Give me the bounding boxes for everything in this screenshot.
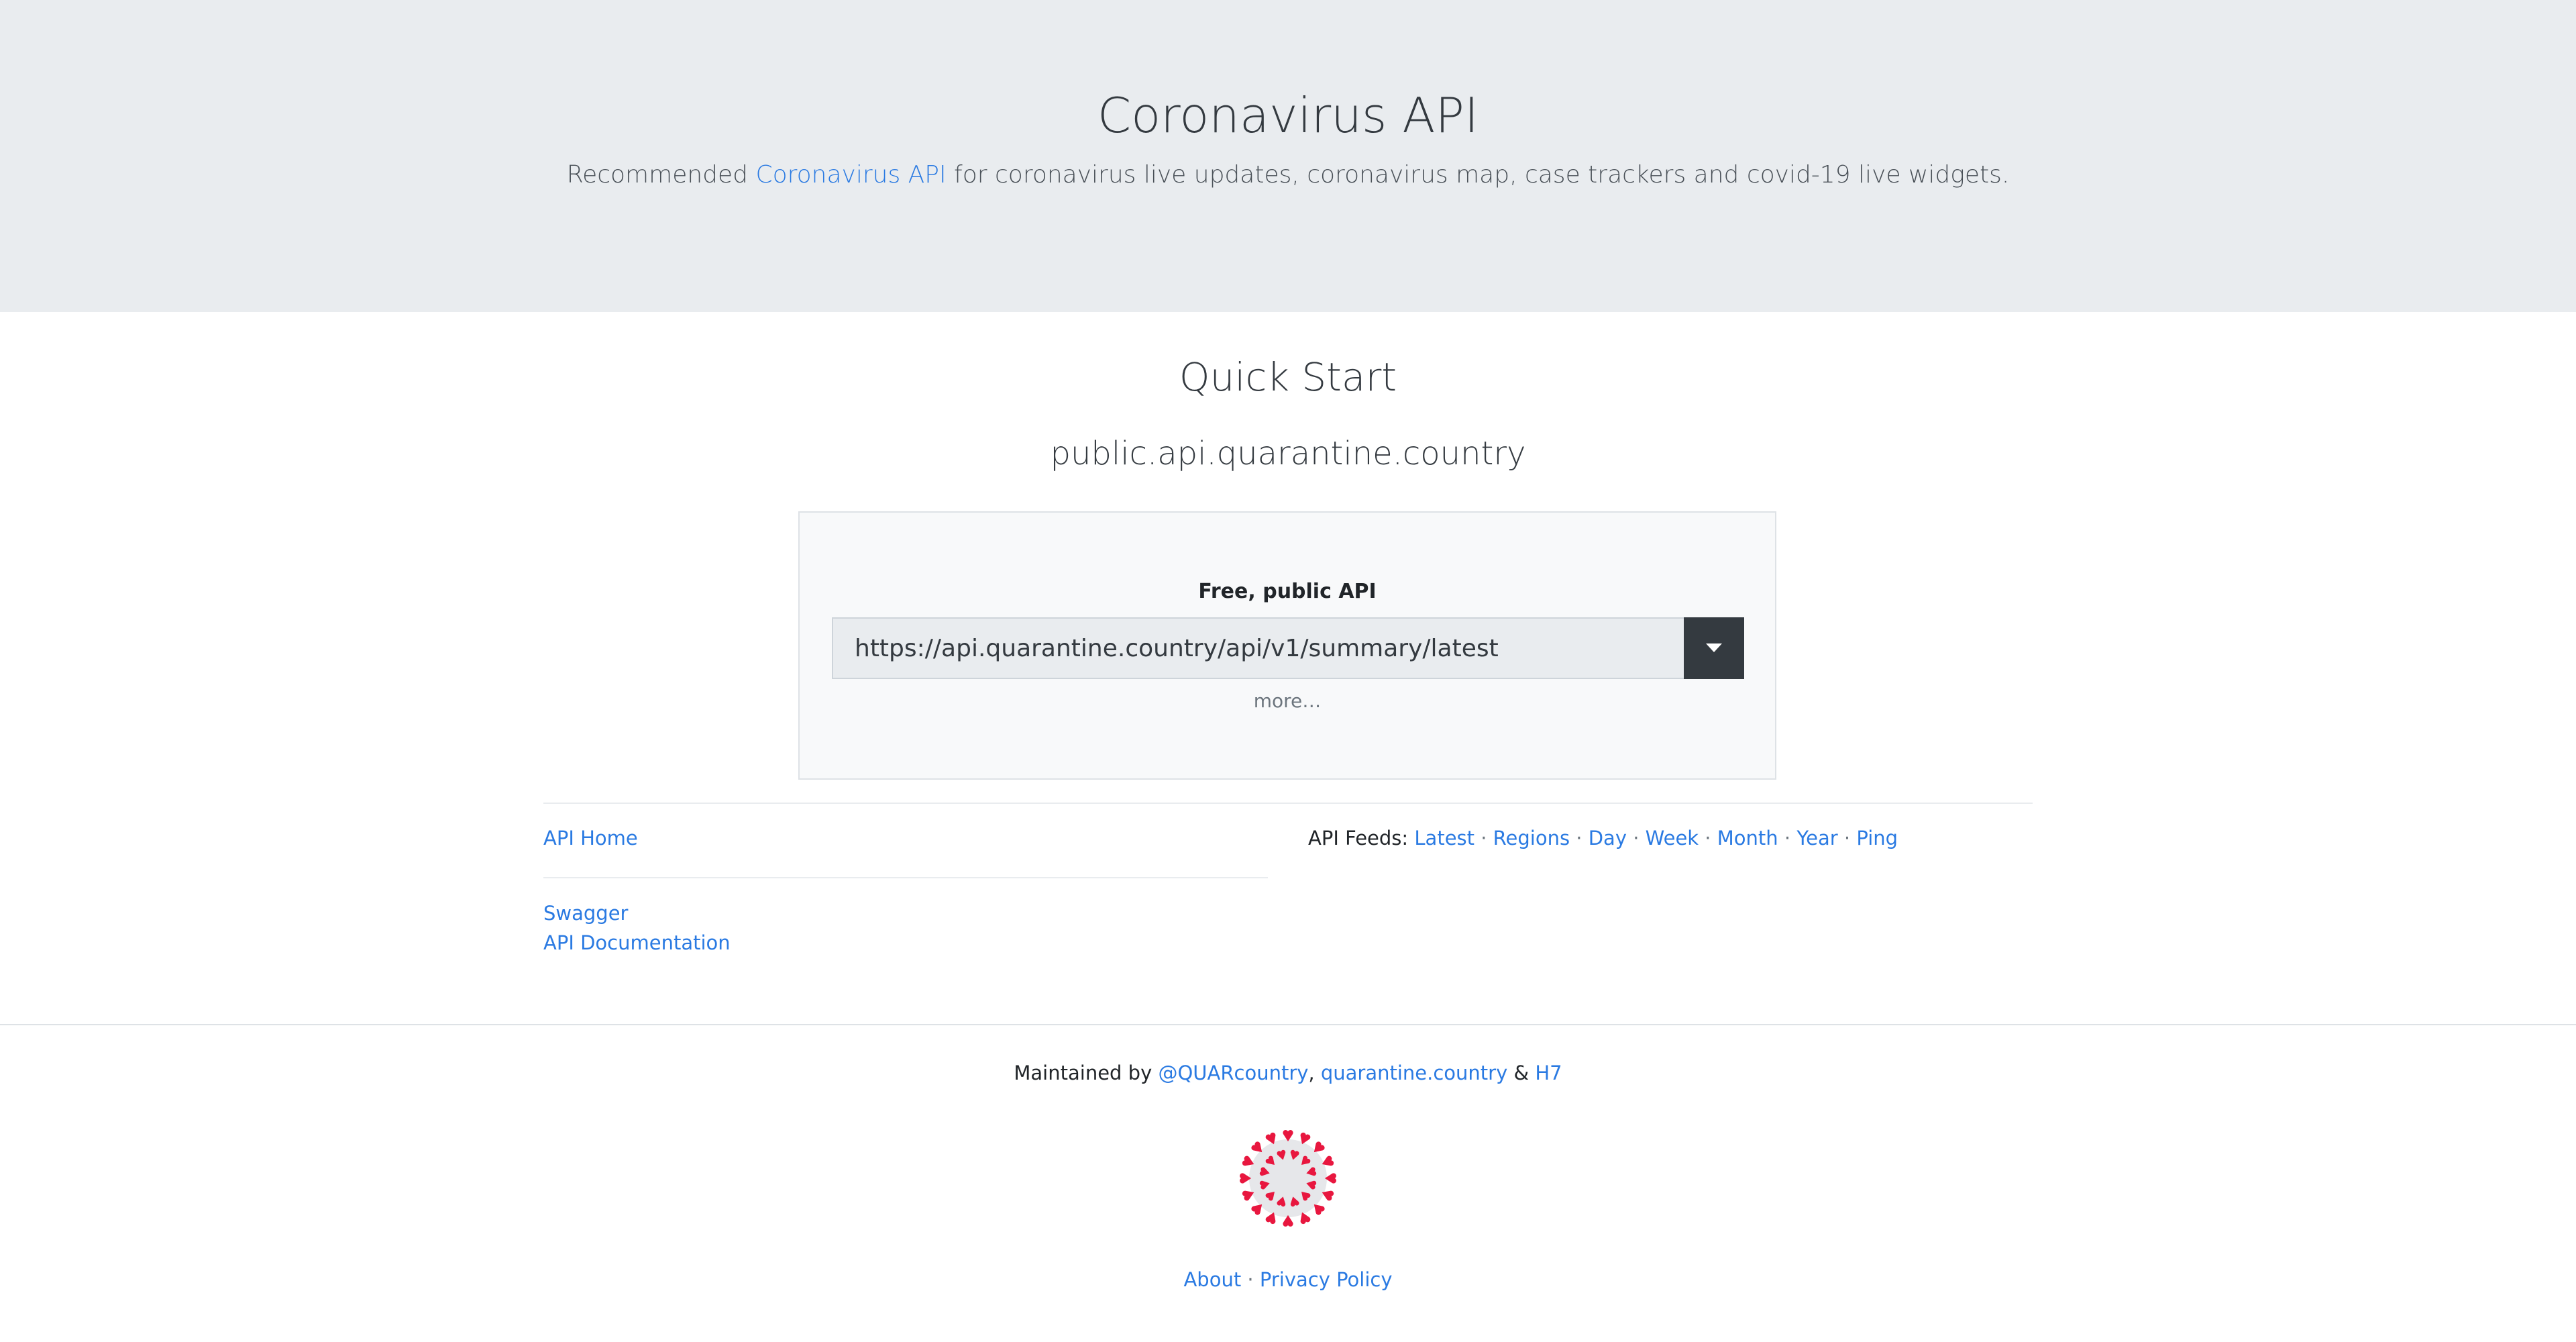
feed-separator: · — [1837, 827, 1857, 849]
page-title: Coronavirus API — [1097, 87, 1479, 144]
url-input-group — [832, 617, 1744, 679]
public-api-card: Free, public API more… — [798, 511, 1776, 780]
section-divider — [543, 803, 2033, 804]
feed-separator: · — [1626, 827, 1646, 849]
subtitle-text-after: for coronavirus live updates, coronaviru… — [946, 161, 2010, 189]
api-url-input[interactable] — [832, 617, 1684, 679]
hero-banner: Coronavirus API Recommended Coronavirus … — [0, 0, 2576, 312]
feed-link-ping[interactable]: Ping — [1856, 827, 1898, 849]
feed-separator: · — [1474, 827, 1493, 849]
ampersand-text: & — [1507, 1062, 1536, 1084]
hero-subtitle: Recommended Coronavirus API for coronavi… — [0, 161, 2576, 189]
privacy-policy-link[interactable]: Privacy Policy — [1260, 1268, 1393, 1291]
h7-link[interactable]: H7 — [1535, 1062, 1562, 1084]
coronavirus-api-link[interactable]: Coronavirus API — [755, 161, 946, 189]
api-documentation-link[interactable]: API Documentation — [543, 931, 731, 954]
feed-separator: · — [1778, 827, 1797, 849]
card-label: Free, public API — [1198, 580, 1377, 603]
quarantine-country-link[interactable]: quarantine.country — [1321, 1062, 1507, 1084]
maintained-by-text: Maintained by — [1014, 1062, 1159, 1084]
feed-separator: · — [1570, 827, 1589, 849]
footer-separator: · — [1241, 1268, 1260, 1291]
coronavirus-logo-icon — [1240, 1130, 1336, 1227]
feed-link-regions[interactable]: Regions — [1493, 827, 1570, 849]
footer-links: About · Privacy Policy — [0, 1268, 2576, 1291]
feed-link-month[interactable]: Month — [1717, 827, 1778, 849]
api-feeds-label: API Feeds: — [1308, 827, 1415, 849]
more-link[interactable]: more… — [800, 690, 1775, 712]
quarcountry-link[interactable]: @QUARcountry — [1158, 1062, 1308, 1084]
subtitle-text-before: Recommended — [566, 161, 756, 189]
feed-link-latest[interactable]: Latest — [1414, 827, 1474, 849]
api-feeds: API Feeds: Latest · Regions · Day · Week… — [1308, 827, 1898, 849]
maintained-by: Maintained by @QUARcountry, quarantine.c… — [0, 1062, 2576, 1084]
api-home-link[interactable]: API Home — [543, 827, 638, 849]
feed-link-year[interactable]: Year — [1796, 827, 1837, 849]
caret-down-icon — [1706, 643, 1722, 652]
url-dropdown-button[interactable] — [1684, 617, 1744, 679]
links-divider — [543, 877, 1268, 878]
footer-divider — [0, 1024, 2576, 1025]
swagger-link[interactable]: Swagger — [543, 902, 628, 925]
comma-text: , — [1308, 1062, 1321, 1084]
feed-separator: · — [1699, 827, 1717, 849]
feed-link-day[interactable]: Day — [1589, 827, 1627, 849]
about-link[interactable]: About — [1183, 1268, 1241, 1291]
api-host-heading: public.api.quarantine.country — [1050, 435, 1526, 472]
quick-start-heading: Quick Start — [1179, 354, 1397, 400]
feed-link-week[interactable]: Week — [1646, 827, 1699, 849]
